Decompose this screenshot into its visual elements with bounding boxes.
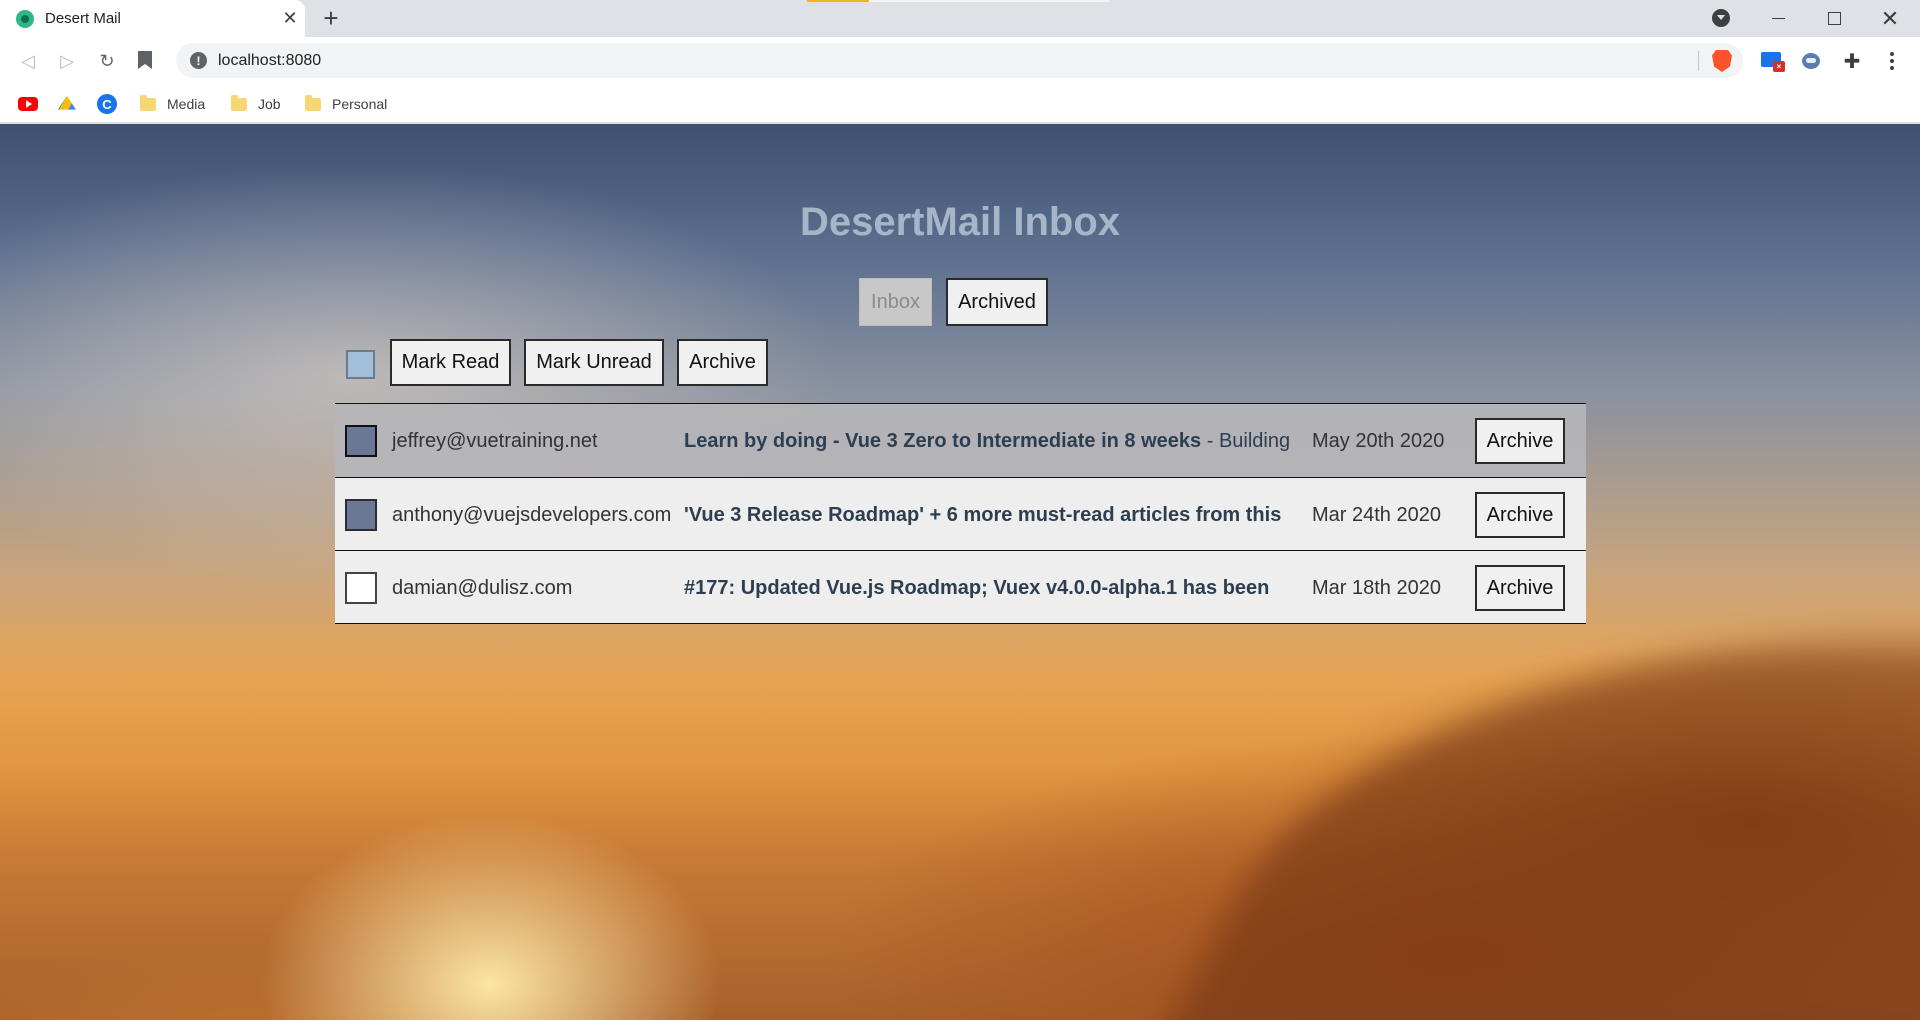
browser-toolbar: ◁ ▷ ↻ ! localhost:8080 × ✚ [0,37,1920,85]
email-subject[interactable]: Learn by doing - Vue 3 Zero to Intermedi… [684,430,1291,453]
email-sender: damian@dulisz.com [392,577,573,599]
browser-tab-title: Desert Mail [45,10,121,27]
email-table: jeffrey@vuetraining.net Learn by doing -… [335,403,1586,624]
archive-email-button[interactable]: Archive [1475,418,1565,464]
email-checkbox[interactable] [345,499,377,531]
bookmarks-bar: Media Job Personal [0,85,1920,123]
bookmark-folder-personal[interactable]: Personal [305,85,387,123]
browser-tab-strip: Desert Mail ✕ + ✕ [0,0,1920,37]
browser-tab-desert-mail[interactable]: Desert Mail ✕ [0,0,305,37]
new-tab-button[interactable]: + [317,4,345,32]
folder-icon [231,94,247,111]
forward-arrow-icon[interactable]: ▷ [51,45,83,77]
email-row[interactable]: anthony@vuejsdevelopers.com 'Vue 3 Relea… [335,477,1586,551]
archive-email-button[interactable]: Archive [1475,492,1565,538]
mark-unread-button[interactable]: Mark Unread [524,339,664,386]
mark-read-button[interactable]: Mark Read [390,339,511,386]
email-checkbox[interactable] [345,572,377,604]
bookmark-label: Job [258,96,281,112]
drive-bookmark-icon[interactable] [58,85,78,123]
mail-app: DesertMail Inbox Inbox Archived Mark Rea… [0,124,1920,1020]
youtube-bookmark-icon[interactable] [18,85,38,123]
bookmark-folder-media[interactable]: Media [140,85,205,123]
tab-inbox[interactable]: Inbox [859,278,932,326]
close-window-button[interactable]: ✕ [1862,0,1918,37]
reload-icon[interactable]: ↻ [91,45,123,77]
email-date: Mar 18th 2020 [1312,577,1441,599]
favicon-icon [16,10,34,28]
email-checkbox[interactable] [345,425,377,457]
extension-badge-icon: × [1773,61,1785,72]
back-arrow-icon[interactable]: ◁ [12,45,44,77]
extensions-puzzle-icon[interactable]: ✚ [1841,50,1863,73]
address-bar[interactable]: ! localhost:8080 [176,43,1743,78]
email-preview: - Building [1201,430,1291,452]
email-subject[interactable]: 'Vue 3 Release Roadmap' + 6 more must-re… [684,504,1291,527]
browser-menu-icon[interactable] [1880,48,1904,74]
email-date: Mar 24th 2020 [1312,504,1441,526]
tab-search-icon[interactable] [1712,9,1730,27]
email-subject-text: 'Vue 3 Release Roadmap' + 6 more must-re… [684,504,1282,526]
bookmark-label: Media [167,96,206,112]
extension-screen-icon[interactable]: × [1761,50,1785,72]
restore-window-button[interactable] [1806,0,1862,37]
email-row[interactable]: damian@dulisz.com #177: Updated Vue.js R… [335,550,1586,624]
folder-icon [140,94,156,111]
tab-strip-accent-2 [869,0,1109,2]
email-subject-text: #177: Updated Vue.js Roadmap; Vuex v4.0.… [684,577,1270,599]
address-bar-divider [1698,51,1699,71]
page-title: DesertMail Inbox [799,200,1121,244]
archive-selected-button[interactable]: Archive [677,339,768,386]
email-sender: anthony@vuejsdevelopers.com [392,504,672,526]
select-all-checkbox[interactable] [346,350,375,379]
email-row[interactable]: jeffrey@vuetraining.net Learn by doing -… [335,404,1586,478]
email-sender: jeffrey@vuetraining.net [392,430,598,452]
archive-email-button[interactable]: Archive [1475,565,1565,611]
minimize-window-button[interactable] [1750,0,1806,37]
tab-archived[interactable]: Archived [946,278,1048,326]
folder-icon [305,94,321,111]
c-bookmark-icon[interactable] [97,85,119,123]
close-icon[interactable]: ✕ [279,7,301,29]
bookmark-folder-job[interactable]: Job [231,85,281,123]
email-subject[interactable]: #177: Updated Vue.js Roadmap; Vuex v4.0.… [684,577,1291,600]
extension-mask-icon[interactable] [1801,50,1825,72]
tab-strip-accent [807,0,869,2]
site-info-icon[interactable]: ! [190,52,207,69]
bookmark-icon[interactable] [138,51,152,69]
brave-shield-icon[interactable] [1712,50,1732,72]
bookmark-label: Personal [332,96,388,112]
email-date: May 20th 2020 [1312,430,1445,452]
desert-background: DesertMail Inbox Inbox Archived Mark Rea… [0,124,1920,1020]
url-text[interactable]: localhost:8080 [218,52,321,70]
email-subject-text: Learn by doing - Vue 3 Zero to Intermedi… [684,430,1202,452]
